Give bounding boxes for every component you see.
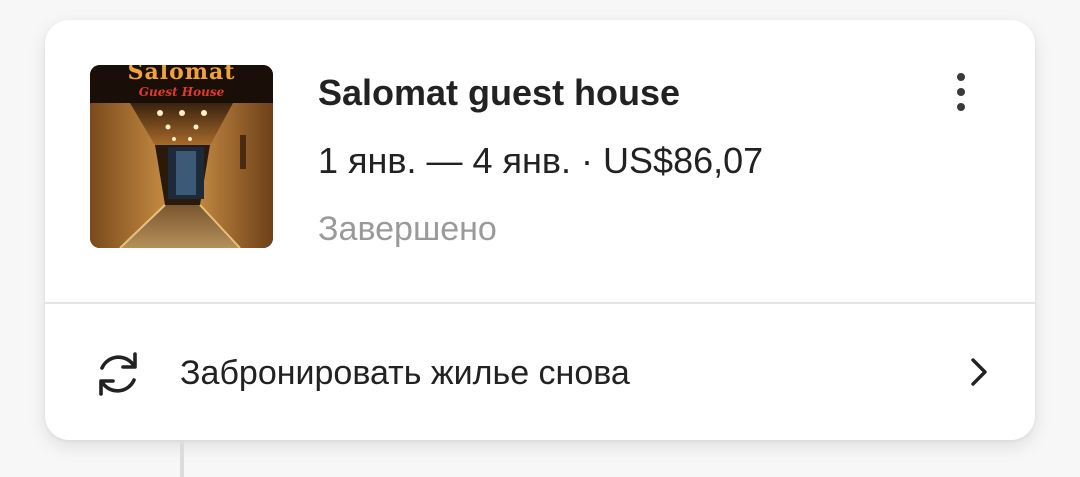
rebook-button[interactable]: Забронировать жилье снова (45, 304, 1035, 440)
timeline-line (180, 440, 184, 477)
booking-dates-price: 1 янв. — 4 янв. · US$86,07 (318, 140, 764, 181)
rebook-label: Забронировать жилье снова (180, 354, 630, 392)
property-title: Salomat guest house (318, 72, 681, 113)
refresh-icon (99, 352, 137, 396)
booking-status: Завершено (318, 210, 497, 248)
chevron-right-icon (971, 358, 987, 386)
more-options-button[interactable] (941, 70, 981, 114)
sign-title: Salomat (127, 65, 236, 85)
more-vertical-icon (957, 73, 965, 81)
more-dot (957, 88, 965, 96)
property-thumbnail[interactable]: Salomat Guest House (90, 65, 273, 248)
sign-subtitle: Guest House (138, 85, 225, 99)
booking-card: Salomat Guest House Salomat guest house … (45, 20, 1035, 440)
more-dot (957, 103, 965, 111)
